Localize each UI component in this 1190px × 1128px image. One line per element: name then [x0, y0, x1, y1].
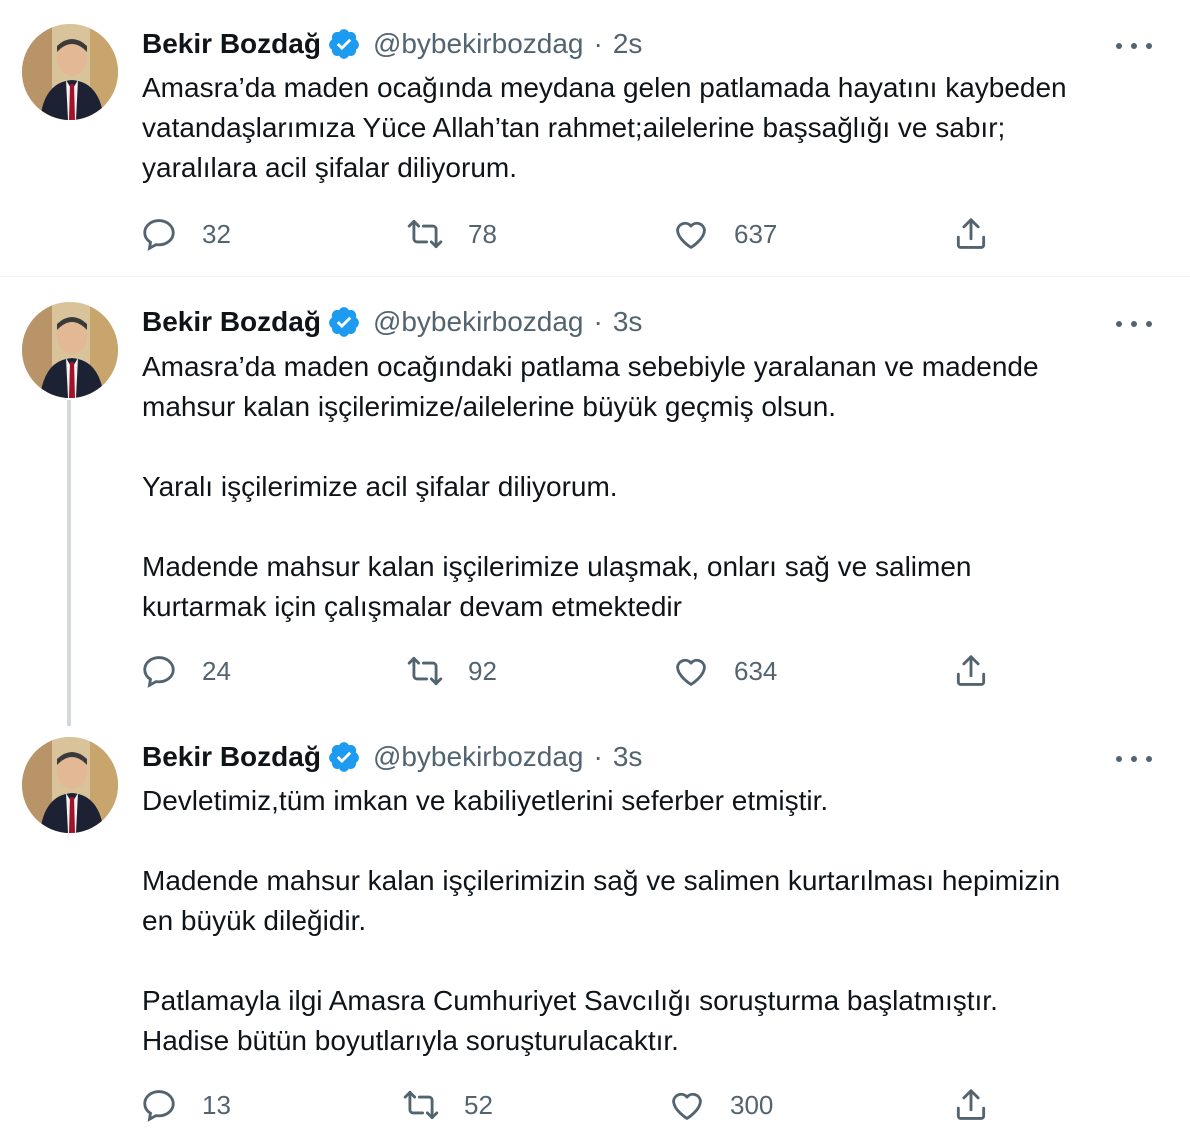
tweet-line — [142, 507, 1142, 547]
tweet-line: mahsur kalan işçilerimize/ailelerine büy… — [142, 391, 837, 422]
reply-icon — [140, 652, 178, 690]
share-icon — [952, 215, 990, 253]
tweet-actions: 32 78 637 — [140, 212, 1000, 256]
reply-icon — [140, 1086, 178, 1124]
more-icon[interactable] — [1116, 749, 1152, 769]
verified-badge-icon — [327, 27, 361, 61]
tweet-header: Bekir Bozdağ @bybekirbozdag · 3s — [142, 737, 642, 777]
tweet-line — [142, 941, 1142, 981]
retweet-button[interactable]: 78 — [406, 212, 497, 256]
more-icon[interactable] — [1116, 314, 1152, 334]
tweet[interactable]: Bekir Bozdağ @bybekirbozdag · 2s Amasra’… — [0, 0, 1190, 276]
tweet-time[interactable]: 2s — [613, 28, 643, 60]
reply-button[interactable]: 24 — [140, 649, 231, 693]
avatar[interactable] — [22, 302, 118, 398]
tweet-line: en büyük dileğidir. — [142, 905, 367, 936]
tweet-text: Devletimiz,tüm imkan ve kabiliyetlerini … — [142, 781, 1142, 1061]
share-button[interactable] — [952, 212, 990, 256]
tweet-line: yaralılara acil şifalar diliyorum. — [142, 152, 518, 183]
reply-count: 32 — [202, 218, 231, 249]
author-handle[interactable]: @bybekirbozdag — [373, 741, 584, 773]
verified-badge-icon — [327, 305, 361, 339]
retweet-button[interactable]: 92 — [406, 649, 497, 693]
tweet-time[interactable]: 3s — [613, 741, 643, 773]
tweet-line: Hadise bütün boyutlarıyla soruşturulacak… — [142, 1025, 679, 1056]
tweet-line: kurtarmak için çalışmalar devam etmekted… — [142, 591, 682, 622]
share-icon — [952, 652, 990, 690]
author-name[interactable]: Bekir Bozdağ — [142, 306, 321, 338]
separator-dot: · — [593, 741, 603, 772]
author-name[interactable]: Bekir Bozdağ — [142, 28, 321, 60]
share-button[interactable] — [952, 1083, 990, 1127]
separator-dot: · — [593, 306, 603, 337]
tweet-time[interactable]: 3s — [613, 306, 643, 338]
tweet-line: Yaralı işçilerimize acil şifalar diliyor… — [142, 471, 618, 502]
reply-icon — [140, 215, 178, 253]
retweet-count: 92 — [468, 655, 497, 686]
author-name[interactable]: Bekir Bozdağ — [142, 741, 321, 773]
tweet-actions: 24 92 634 — [140, 649, 1000, 693]
tweet-line: Patlamayla ilgi Amasra Cumhuriyet Savcıl… — [142, 985, 998, 1016]
tweet-line: vatandaşlarımıza Yüce Allah’tan rahmet;a… — [142, 112, 1006, 143]
tweet-header: Bekir Bozdağ @bybekirbozdag · 2s — [142, 24, 642, 64]
tweet-text: Amasra’da maden ocağındaki patlama sebeb… — [142, 347, 1142, 627]
retweet-count: 52 — [464, 1089, 493, 1120]
tweet-line: Amasra’da maden ocağında meydana gelen p… — [142, 72, 1067, 103]
avatar[interactable] — [22, 24, 118, 120]
tweet-text: Amasra’da maden ocağında meydana gelen p… — [142, 68, 1142, 188]
tweet-line — [142, 427, 1142, 467]
tweet-actions: 13 52 300 — [140, 1083, 1000, 1127]
retweet-icon — [406, 652, 444, 690]
like-icon — [672, 215, 710, 253]
reply-button[interactable]: 13 — [140, 1083, 231, 1127]
reply-button[interactable]: 32 — [140, 212, 231, 256]
share-icon — [952, 1086, 990, 1124]
like-count: 637 — [734, 218, 778, 249]
more-icon[interactable] — [1116, 36, 1152, 56]
verified-badge-icon — [327, 740, 361, 774]
share-button[interactable] — [952, 649, 990, 693]
retweet-button[interactable]: 52 — [402, 1083, 493, 1127]
like-button[interactable]: 637 — [672, 212, 777, 256]
author-handle[interactable]: @bybekirbozdag — [373, 306, 584, 338]
tweet-header: Bekir Bozdağ @bybekirbozdag · 3s — [142, 302, 642, 342]
reply-count: 24 — [202, 655, 231, 686]
like-count: 634 — [734, 655, 778, 686]
retweet-count: 78 — [468, 218, 497, 249]
separator-dot: · — [593, 28, 603, 59]
tweet-line: Madende mahsur kalan işçilerimizin sağ v… — [142, 865, 1061, 896]
tweet-line: Madende mahsur kalan işçilerimize ulaşma… — [142, 551, 972, 582]
like-button[interactable]: 634 — [672, 649, 777, 693]
like-icon — [672, 652, 710, 690]
reply-count: 13 — [202, 1089, 231, 1120]
tweet-line — [142, 821, 1142, 861]
retweet-icon — [406, 215, 444, 253]
like-count: 300 — [730, 1089, 774, 1120]
tweet-line: Amasra’da maden ocağındaki patlama sebeb… — [142, 351, 1039, 382]
like-button[interactable]: 300 — [668, 1083, 773, 1127]
tweet[interactable]: Bekir Bozdağ @bybekirbozdag · 3s Devleti… — [0, 717, 1190, 1128]
tweet[interactable]: Bekir Bozdağ @bybekirbozdag · 3s Amasra’… — [0, 277, 1190, 717]
like-icon — [668, 1086, 706, 1124]
retweet-icon — [402, 1086, 440, 1124]
author-handle[interactable]: @bybekirbozdag — [373, 28, 584, 60]
tweet-line: Devletimiz,tüm imkan ve kabiliyetlerini … — [142, 785, 829, 816]
avatar[interactable] — [22, 737, 118, 833]
